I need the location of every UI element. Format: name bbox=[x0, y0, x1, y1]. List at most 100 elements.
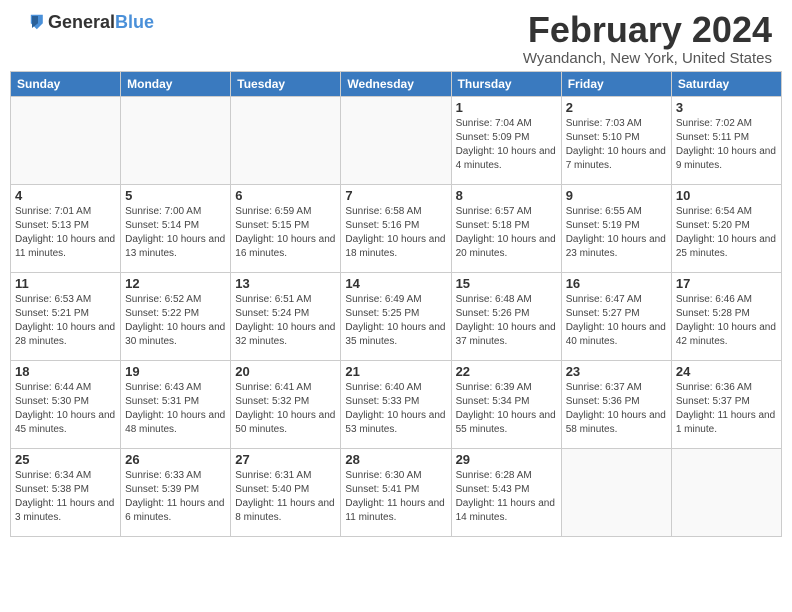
calendar-cell: 23 Sunrise: 6:37 AM Sunset: 5:36 PM Dayli… bbox=[561, 360, 671, 448]
day-number: 11 bbox=[15, 276, 116, 291]
day-info: Sunrise: 6:57 AM Sunset: 5:18 PM Dayligh… bbox=[456, 205, 557, 261]
day-info: Sunrise: 6:40 AM Sunset: 5:33 PM Dayligh… bbox=[345, 381, 446, 437]
logo-general-text: General bbox=[48, 12, 115, 32]
calendar-week-row: 25 Sunrise: 6:34 AM Sunset: 5:38 PM Dayli… bbox=[11, 448, 782, 536]
day-info: Sunrise: 6:47 AM Sunset: 5:27 PM Dayligh… bbox=[566, 293, 667, 349]
calendar-cell: 29 Sunrise: 6:28 AM Sunset: 5:43 PM Dayli… bbox=[451, 448, 561, 536]
calendar-cell: 10 Sunrise: 6:54 AM Sunset: 5:20 PM Dayli… bbox=[671, 184, 781, 272]
day-info: Sunrise: 6:59 AM Sunset: 5:15 PM Dayligh… bbox=[235, 205, 336, 261]
day-info: Sunrise: 6:33 AM Sunset: 5:39 PM Dayligh… bbox=[125, 469, 226, 525]
day-info: Sunrise: 6:36 AM Sunset: 5:37 PM Dayligh… bbox=[676, 381, 777, 437]
day-number: 6 bbox=[235, 188, 336, 203]
day-number: 27 bbox=[235, 452, 336, 467]
calendar-cell: 24 Sunrise: 6:36 AM Sunset: 5:37 PM Dayli… bbox=[671, 360, 781, 448]
day-info: Sunrise: 6:53 AM Sunset: 5:21 PM Dayligh… bbox=[15, 293, 116, 349]
calendar-cell: 19 Sunrise: 6:43 AM Sunset: 5:31 PM Dayli… bbox=[121, 360, 231, 448]
day-info: Sunrise: 7:01 AM Sunset: 5:13 PM Dayligh… bbox=[15, 205, 116, 261]
calendar-week-row: 4 Sunrise: 7:01 AM Sunset: 5:13 PM Daylig… bbox=[11, 184, 782, 272]
calendar-cell: 27 Sunrise: 6:31 AM Sunset: 5:40 PM Dayli… bbox=[231, 448, 341, 536]
day-info: Sunrise: 6:31 AM Sunset: 5:40 PM Dayligh… bbox=[235, 469, 336, 525]
calendar-table: SundayMondayTuesdayWednesdayThursdayFrid… bbox=[10, 71, 782, 537]
day-number: 7 bbox=[345, 188, 446, 203]
day-number: 15 bbox=[456, 276, 557, 291]
calendar-cell: 5Sunrise: 7:00 AM Sunset: 5:14 PM Daylig… bbox=[121, 184, 231, 272]
weekday-header-wednesday: Wednesday bbox=[341, 71, 451, 96]
day-info: Sunrise: 6:37 AM Sunset: 5:36 PM Dayligh… bbox=[566, 381, 667, 437]
day-info: Sunrise: 7:02 AM Sunset: 5:11 PM Dayligh… bbox=[676, 117, 777, 173]
calendar-cell: 26 Sunrise: 6:33 AM Sunset: 5:39 PM Dayli… bbox=[121, 448, 231, 536]
day-number: 26 bbox=[125, 452, 226, 467]
calendar-cell bbox=[121, 96, 231, 184]
calendar-cell: 8 Sunrise: 6:57 AM Sunset: 5:18 PM Daylig… bbox=[451, 184, 561, 272]
day-info: Sunrise: 6:43 AM Sunset: 5:31 PM Dayligh… bbox=[125, 381, 226, 437]
calendar-cell: 2 Sunrise: 7:03 AM Sunset: 5:10 PM Daylig… bbox=[561, 96, 671, 184]
day-number: 9 bbox=[566, 188, 667, 203]
day-number: 23 bbox=[566, 364, 667, 379]
logo: GeneralBlue bbox=[20, 10, 154, 34]
day-number: 8 bbox=[456, 188, 557, 203]
day-info: Sunrise: 6:54 AM Sunset: 5:20 PM Dayligh… bbox=[676, 205, 777, 261]
calendar-cell bbox=[341, 96, 451, 184]
weekday-header-friday: Friday bbox=[561, 71, 671, 96]
calendar-week-row: 1 Sunrise: 7:04 AM Sunset: 5:09 PM Daylig… bbox=[11, 96, 782, 184]
calendar-cell: 15 Sunrise: 6:48 AM Sunset: 5:26 PM Dayli… bbox=[451, 272, 561, 360]
title-section: February 2024 Wyandanch, New York, Unite… bbox=[523, 10, 772, 67]
calendar-cell: 16 Sunrise: 6:47 AM Sunset: 5:27 PM Dayli… bbox=[561, 272, 671, 360]
day-info: Sunrise: 7:00 AM Sunset: 5:14 PM Dayligh… bbox=[125, 205, 226, 261]
day-number: 2 bbox=[566, 100, 667, 115]
day-info: Sunrise: 6:58 AM Sunset: 5:16 PM Dayligh… bbox=[345, 205, 446, 261]
day-number: 12 bbox=[125, 276, 226, 291]
weekday-header-saturday: Saturday bbox=[671, 71, 781, 96]
calendar-cell: 4 Sunrise: 7:01 AM Sunset: 5:13 PM Daylig… bbox=[11, 184, 121, 272]
day-info: Sunrise: 6:46 AM Sunset: 5:28 PM Dayligh… bbox=[676, 293, 777, 349]
weekday-header-row: SundayMondayTuesdayWednesdayThursdayFrid… bbox=[11, 71, 782, 96]
day-info: Sunrise: 6:41 AM Sunset: 5:32 PM Dayligh… bbox=[235, 381, 336, 437]
day-info: Sunrise: 6:28 AM Sunset: 5:43 PM Dayligh… bbox=[456, 469, 557, 525]
day-number: 18 bbox=[15, 364, 116, 379]
day-number: 4 bbox=[15, 188, 116, 203]
day-number: 13 bbox=[235, 276, 336, 291]
day-number: 19 bbox=[125, 364, 226, 379]
weekday-header-sunday: Sunday bbox=[11, 71, 121, 96]
day-number: 28 bbox=[345, 452, 446, 467]
calendar-cell bbox=[231, 96, 341, 184]
calendar-cell: 9 Sunrise: 6:55 AM Sunset: 5:19 PM Daylig… bbox=[561, 184, 671, 272]
calendar-cell: 25 Sunrise: 6:34 AM Sunset: 5:38 PM Dayli… bbox=[11, 448, 121, 536]
day-number: 1 bbox=[456, 100, 557, 115]
day-number: 29 bbox=[456, 452, 557, 467]
day-info: Sunrise: 6:51 AM Sunset: 5:24 PM Dayligh… bbox=[235, 293, 336, 349]
month-title: February 2024 bbox=[523, 10, 772, 50]
calendar-cell: 14Sunrise: 6:49 AM Sunset: 5:25 PM Dayli… bbox=[341, 272, 451, 360]
calendar-cell: 22 Sunrise: 6:39 AM Sunset: 5:34 PM Dayli… bbox=[451, 360, 561, 448]
day-info: Sunrise: 6:48 AM Sunset: 5:26 PM Dayligh… bbox=[456, 293, 557, 349]
calendar-cell: 6 Sunrise: 6:59 AM Sunset: 5:15 PM Daylig… bbox=[231, 184, 341, 272]
day-number: 22 bbox=[456, 364, 557, 379]
day-info: Sunrise: 6:55 AM Sunset: 5:19 PM Dayligh… bbox=[566, 205, 667, 261]
header: GeneralBlue February 2024 Wyandanch, New… bbox=[0, 0, 792, 71]
logo-blue-text: Blue bbox=[115, 12, 154, 32]
day-info: Sunrise: 7:03 AM Sunset: 5:10 PM Dayligh… bbox=[566, 117, 667, 173]
day-number: 20 bbox=[235, 364, 336, 379]
calendar-week-row: 11 Sunrise: 6:53 AM Sunset: 5:21 PM Dayli… bbox=[11, 272, 782, 360]
day-info: Sunrise: 6:39 AM Sunset: 5:34 PM Dayligh… bbox=[456, 381, 557, 437]
calendar-cell: 20 Sunrise: 6:41 AM Sunset: 5:32 PM Dayli… bbox=[231, 360, 341, 448]
calendar-cell: 21 Sunrise: 6:40 AM Sunset: 5:33 PM Dayli… bbox=[341, 360, 451, 448]
calendar-cell bbox=[11, 96, 121, 184]
calendar-cell: 13 Sunrise: 6:51 AM Sunset: 5:24 PM Dayli… bbox=[231, 272, 341, 360]
day-info: Sunrise: 6:49 AM Sunset: 5:25 PM Dayligh… bbox=[345, 293, 446, 349]
calendar-cell: 1 Sunrise: 7:04 AM Sunset: 5:09 PM Daylig… bbox=[451, 96, 561, 184]
day-info: Sunrise: 7:04 AM Sunset: 5:09 PM Dayligh… bbox=[456, 117, 557, 173]
day-number: 21 bbox=[345, 364, 446, 379]
calendar-cell: 3Sunrise: 7:02 AM Sunset: 5:11 PM Daylig… bbox=[671, 96, 781, 184]
day-number: 10 bbox=[676, 188, 777, 203]
calendar-cell: 18Sunrise: 6:44 AM Sunset: 5:30 PM Dayli… bbox=[11, 360, 121, 448]
weekday-header-thursday: Thursday bbox=[451, 71, 561, 96]
calendar-cell: 12Sunrise: 6:52 AM Sunset: 5:22 PM Dayli… bbox=[121, 272, 231, 360]
calendar-cell bbox=[671, 448, 781, 536]
day-info: Sunrise: 6:34 AM Sunset: 5:38 PM Dayligh… bbox=[15, 469, 116, 525]
day-number: 25 bbox=[15, 452, 116, 467]
weekday-header-monday: Monday bbox=[121, 71, 231, 96]
day-number: 24 bbox=[676, 364, 777, 379]
day-number: 16 bbox=[566, 276, 667, 291]
location: Wyandanch, New York, United States bbox=[523, 50, 772, 67]
